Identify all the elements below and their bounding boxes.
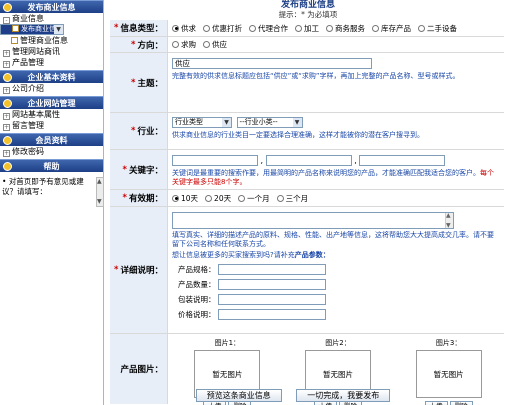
preview-button[interactable]: 预览这条商业信息 (195, 389, 282, 402)
radio-type-stock[interactable]: 库存产品 (372, 23, 411, 34)
keywords-hint: 关键词是最重要的搜索作要，用最简明的产品名称来说明您的产品，才能准确匹配我适合您… (172, 169, 494, 186)
required-note: 提示：* 为必填项 (278, 10, 338, 19)
radio-icon (203, 41, 210, 48)
radio-checked-icon (172, 24, 179, 32)
page-icon (12, 25, 19, 32)
sidebar-item-message-management[interactable]: + 留言管理 (0, 120, 103, 131)
sidebar-section-member[interactable]: 会员资料 (0, 133, 103, 146)
attr-spec-row: 产品规格： (172, 263, 504, 275)
sidebar-section-publish[interactable]: 发布商业信息 (0, 0, 103, 13)
radio-type-agency[interactable]: 代理合作 (249, 23, 288, 34)
detail-params-hint: 想让信息被更多的买家搜索到吗?请补充产品参数： (172, 251, 330, 259)
sidebar-section-help[interactable]: 帮助 (0, 159, 103, 172)
radio-validity-1m[interactable]: 一个月 (238, 193, 270, 204)
folder-icon: - (3, 17, 10, 24)
row-info-type: * 信息类型： 供求 优惠打折 代理合作 加工 商务服务 库存产品 二手设备 (110, 20, 504, 37)
folder-icon: + (3, 150, 10, 157)
radio-type-supply[interactable]: 供求 (172, 23, 196, 34)
radio-icon (238, 194, 246, 202)
radio-direction-supply[interactable]: 供应 (203, 39, 227, 50)
radio-icon (372, 24, 379, 32)
radio-type-service[interactable]: 商务服务 (326, 23, 365, 34)
row-direction: * 方向： 求购 供应 (110, 37, 504, 53)
radio-type-discount[interactable]: 优惠打折 (203, 23, 242, 34)
radio-validity-3m[interactable]: 三个月 (276, 193, 308, 204)
form-actions: 预览这条商业信息 一切完成，我要发布 (168, 389, 418, 402)
folder-icon: + (3, 124, 10, 131)
radio-type-processing[interactable]: 加工 (295, 23, 319, 34)
radio-icon (205, 194, 213, 202)
radio-icon (249, 24, 256, 32)
subject-input[interactable]: 供应 (172, 58, 372, 69)
delete-button[interactable]: 删除 (449, 401, 473, 405)
image-placeholder: 暂无图片 (415, 350, 482, 398)
page-header: 发布商业信息 提示：* 为必填项 (110, 0, 506, 20)
radio-validity-10d[interactable]: 10天 (172, 193, 198, 204)
radio-icon (326, 24, 333, 32)
row-validity: * 有效期： 10天 20天 一个月 三个月 (110, 190, 504, 207)
bullet-icon (3, 73, 12, 82)
help-icon (3, 162, 12, 171)
attr-price-row: 价格说明： (172, 308, 504, 320)
sidebar-item-manage-business-info[interactable]: 管理商业信息 (0, 35, 103, 46)
attr-packaging-input[interactable] (218, 293, 326, 305)
sidebar-item-site-properties[interactable]: + 网站基本属性 (0, 109, 103, 120)
radio-icon (276, 194, 284, 202)
page-title: 发布商业信息 (280, 0, 335, 10)
folder-icon: + (3, 50, 10, 57)
radio-validity-20d[interactable]: 20天 (205, 193, 231, 204)
sidebar-item-publish-business-info[interactable]: 发布商业信息» (0, 24, 64, 35)
folder-icon: + (3, 61, 10, 68)
bullet-icon (3, 136, 12, 145)
industry-category-select[interactable]: 行业类型 (172, 117, 232, 128)
bullet-icon (3, 99, 12, 108)
attr-spec-input[interactable] (218, 263, 326, 275)
detail-textarea[interactable] (172, 212, 454, 229)
image-slot-3: 图片3： 暂无图片 上传删除 (411, 338, 487, 405)
radio-direction-buy[interactable]: 求购 (172, 39, 196, 50)
folder-icon: + (3, 87, 10, 94)
bullet-icon (3, 3, 12, 12)
radio-icon (295, 24, 302, 32)
row-keywords: * 关键字： , , 关键词是最重要的搜索作要，用最简明的产品名称来说明您的产品，… (110, 150, 504, 190)
scrollbar[interactable] (445, 212, 453, 229)
attr-price-input[interactable] (218, 308, 326, 320)
bullet-icon: • (2, 177, 9, 186)
radio-checked-icon (172, 194, 179, 202)
sidebar-item-company-intro[interactable]: + 公司介绍 (0, 83, 103, 94)
attr-quantity-input[interactable] (218, 278, 326, 290)
sidebar-item-business-info[interactable]: - 商业信息 (0, 13, 103, 24)
radio-icon (172, 41, 179, 48)
sidebar-item-product-management[interactable]: + 产品管理 (0, 57, 103, 68)
sidebar-item-manage-site-news[interactable]: + 管理网站商讯 (0, 46, 103, 57)
suggestion-box[interactable]: • 对首页即予有意见或建议？请填写： (2, 177, 104, 207)
folder-icon: + (3, 113, 10, 120)
row-subject: * 主题： 供应 完整有效的供求信息标题应包括“供应”或“求购”字样，再加上完整的… (110, 53, 504, 113)
row-industry: *行业： 行业类型 --行业小类-- 供求商业信息的行业类目一定要选择合理准确，… (110, 113, 504, 150)
radio-icon (418, 24, 425, 32)
attr-quantity-row: 产品数量： (172, 278, 504, 290)
industry-subcategory-select[interactable]: --行业小类-- (236, 117, 303, 128)
attr-packaging-row: 包装说明： (172, 293, 504, 305)
keyword-input-3[interactable] (359, 155, 446, 166)
radio-type-secondhand[interactable]: 二手设备 (418, 23, 457, 34)
upload-button[interactable]: 上传 (424, 401, 448, 405)
arrow-icon: » (56, 25, 61, 33)
detail-hint: 填写真实、详细的描述产品的原料、规格、性能、出产地等信息，这将帮助您大大提高成交… (172, 231, 494, 248)
keyword-input-1[interactable] (172, 155, 258, 166)
sidebar-section-company-profile[interactable]: 企业基本资料 (0, 70, 103, 83)
sidebar-item-change-password[interactable]: + 修改密码 (0, 146, 103, 157)
sidebar: 发布商业信息 -商业信息 发布商业信息» 管理商业信息 +管理网站商讯 +产品管… (0, 0, 104, 405)
subject-hint: 完整有效的供求信息标题应包括“供应”或“求购”字样，再加上完整的产品名称、型号或… (172, 72, 460, 80)
radio-icon (203, 24, 210, 32)
keyword-input-2[interactable] (265, 155, 352, 166)
row-detail: *详细说明： 填写真实、详细的描述产品的原料、规格、性能、出产地等信息，这将帮助… (110, 207, 504, 334)
industry-hint: 供求商业信息的行业类目一定要选择合理准确，这样才能被你的潜在客户搜寻到。 (172, 131, 424, 139)
scrollbar[interactable] (96, 177, 104, 207)
sidebar-section-site-management[interactable]: 企业网站管理 (0, 96, 103, 109)
page-icon (11, 37, 18, 44)
submit-button[interactable]: 一切完成，我要发布 (296, 389, 391, 402)
